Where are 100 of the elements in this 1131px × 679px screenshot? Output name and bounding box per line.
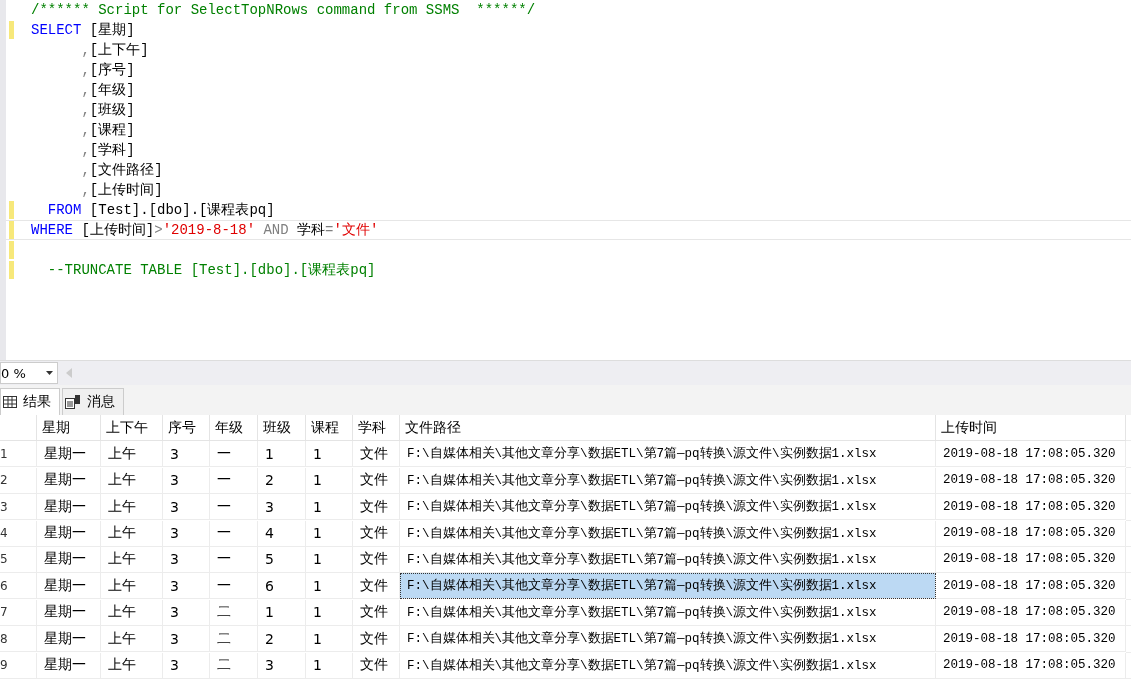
- table-cell: 文件: [353, 626, 400, 653]
- table-cell: 星期一: [37, 652, 101, 679]
- sql-operator: ,: [80, 122, 90, 138]
- sql-operator: ,: [80, 182, 90, 198]
- table-cell: 1: [306, 494, 353, 521]
- table-cell: 4: [258, 520, 306, 547]
- table-cell: 文件: [353, 520, 400, 547]
- table-cell: 上午: [101, 441, 163, 468]
- sql-operator: ,: [80, 142, 90, 158]
- sql-keyword: FROM: [46, 202, 82, 218]
- table-cell: 2019-08-18 17:08:05.320: [936, 520, 1126, 547]
- table-cell: 1: [306, 441, 353, 468]
- table-cell: 星期一: [37, 467, 101, 494]
- results-tab[interactable]: 结果: [0, 388, 60, 415]
- row-number: 8: [0, 626, 37, 653]
- table-cell: 二: [210, 599, 258, 626]
- table-cell: 2019-08-18 17:08:05.320: [936, 599, 1126, 626]
- sql-text: [课程]: [89, 121, 135, 139]
- sql-string: '文件': [333, 221, 379, 239]
- sql-text: [学科]: [89, 141, 135, 159]
- table-cell: 1: [306, 599, 353, 626]
- table-cell: 3: [163, 599, 210, 626]
- table-cell: 二: [210, 652, 258, 679]
- table-cell: 2: [258, 467, 306, 494]
- table-cell: 一: [210, 441, 258, 468]
- row-number: 5: [0, 546, 37, 573]
- table-cell: F:\自媒体相关\其他文章分享\数据ETL\第7篇—pq转换\源文件\实例数据1.xlsx: [400, 573, 936, 600]
- sql-operator: ,: [80, 162, 90, 178]
- table-cell: 星期一: [37, 520, 101, 547]
- table-cell: 3: [163, 546, 210, 573]
- sql-text: [年级]: [89, 81, 135, 99]
- table-cell: 一: [210, 494, 258, 521]
- sql-text: 学科: [297, 221, 326, 239]
- table-cell: 3: [258, 494, 306, 521]
- table-cell: F:\自媒体相关\其他文章分享\数据ETL\第7篇—pq转换\源文件\实例数据1.xlsx: [400, 626, 936, 653]
- table-cell: 3: [163, 520, 210, 547]
- table-cell: 文件: [353, 599, 400, 626]
- table-cell: 5: [258, 546, 306, 573]
- zoom-dropdown[interactable]: 0 %: [0, 362, 58, 384]
- sql-keyword: SELECT: [31, 22, 82, 38]
- sql-operator: >: [154, 222, 163, 238]
- sql-text: [序号]: [89, 61, 135, 79]
- sql-text: [上传时间]: [89, 181, 163, 199]
- table-cell: 上午: [101, 467, 163, 494]
- table-cell: 2: [258, 626, 306, 653]
- table-cell: 3: [163, 467, 210, 494]
- sql-text: [星期]: [88, 21, 135, 39]
- table-cell: 一: [210, 467, 258, 494]
- sql-operator: ,: [80, 62, 90, 78]
- table-cell: 3: [163, 494, 210, 521]
- caret-icon: [46, 371, 53, 375]
- table-cell: 1: [258, 441, 306, 468]
- sql-text: [上下午]: [89, 41, 149, 59]
- table-cell: 1: [306, 626, 353, 653]
- table-cell: 3: [163, 573, 210, 600]
- table-cell: 上午: [101, 573, 163, 600]
- table-cell: F:\自媒体相关\其他文章分享\数据ETL\第7篇—pq转换\源文件\实例数据1.xlsx: [400, 467, 936, 494]
- table-cell: F:\自媒体相关\其他文章分享\数据ETL\第7篇—pq转换\源文件\实例数据1.xlsx: [400, 599, 936, 626]
- table-cell: 星期一: [37, 573, 101, 600]
- table-cell: 上午: [101, 652, 163, 679]
- document-icon: [65, 395, 81, 409]
- row-number: 4: [0, 520, 37, 547]
- row-number: 3: [0, 494, 37, 521]
- table-cell: 2019-08-18 17:08:05.320: [936, 652, 1126, 679]
- sql-text: [文件路径]: [89, 161, 163, 179]
- table-cell: F:\自媒体相关\其他文章分享\数据ETL\第7篇—pq转换\源文件\实例数据1.xlsx: [400, 652, 936, 679]
- table-cell: 1: [306, 467, 353, 494]
- table-cell: 上午: [101, 520, 163, 547]
- row-number: 1: [0, 441, 37, 468]
- sql-operator: ,: [80, 42, 90, 58]
- table-cell: 星期一: [37, 494, 101, 521]
- table-cell: 二: [210, 626, 258, 653]
- table-cell: 文件: [353, 546, 400, 573]
- results-tab[interactable]: 消息: [62, 388, 124, 415]
- table-cell: 3: [258, 652, 306, 679]
- table-cell: 上午: [101, 599, 163, 626]
- sql-text: [班级]: [89, 101, 135, 119]
- table-cell: 2019-08-18 17:08:05.320: [936, 494, 1126, 521]
- table-cell: 2019-08-18 17:08:05.320: [936, 546, 1126, 573]
- sql-comment: /****** Script for SelectTopNRows command from SSMS ******/: [31, 2, 536, 18]
- table-cell: 3: [163, 652, 210, 679]
- table-cell: 星期一: [37, 599, 101, 626]
- sql-operator: ,: [80, 82, 90, 98]
- table-cell: F:\自媒体相关\其他文章分享\数据ETL\第7篇—pq转换\源文件\实例数据1.xlsx: [400, 441, 936, 468]
- scroll-left-icon[interactable]: [66, 368, 72, 378]
- table-cell: 一: [210, 546, 258, 573]
- row-number: 2: [0, 467, 37, 494]
- sql-operator: AND: [262, 222, 290, 238]
- table-cell: 星期一: [37, 441, 101, 468]
- table-cell: 2019-08-18 17:08:05.320: [936, 467, 1126, 494]
- table-cell: 文件: [353, 467, 400, 494]
- table-cell: 1: [306, 573, 353, 600]
- table-cell: F:\自媒体相关\其他文章分享\数据ETL\第7篇—pq转换\源文件\实例数据1.xlsx: [400, 520, 936, 547]
- table-cell: 上午: [101, 626, 163, 653]
- table-cell: 一: [210, 520, 258, 547]
- table-cell: 一: [210, 573, 258, 600]
- sql-operator: =: [325, 222, 334, 238]
- table-cell: 3: [163, 626, 210, 653]
- table-cell: 上午: [101, 546, 163, 573]
- table-cell: 星期一: [37, 626, 101, 653]
